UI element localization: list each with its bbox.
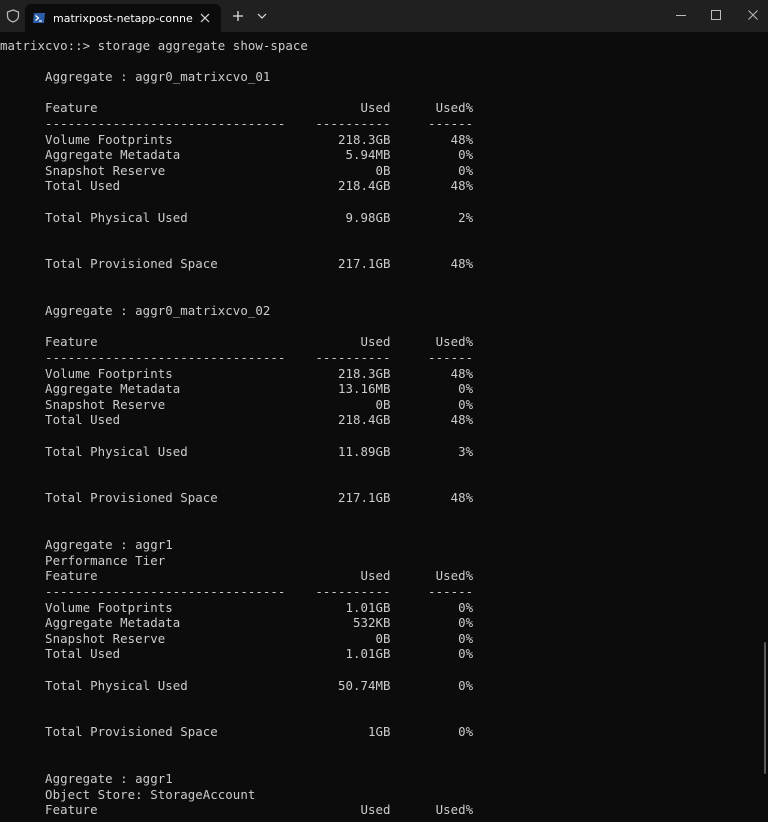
- shield-icon: [6, 9, 20, 23]
- terminal-line: Feature Used Used%: [0, 802, 474, 818]
- terminal-line: Snapshot Reserve 0B 0%: [0, 162, 474, 178]
- terminal-line: Volume Footprints 218.3GB 48%: [0, 365, 474, 381]
- tab-close-icon[interactable]: [197, 10, 213, 26]
- terminal-line: Aggregate : aggr0_matrixcvo_02: [0, 303, 271, 319]
- terminal-line: Feature Used Used%: [0, 100, 474, 116]
- terminal-line: Total Physical Used 50.74MB 0%: [0, 677, 474, 693]
- terminal-line: Aggregate Metadata 13.16MB 0%: [0, 381, 474, 397]
- new-tab-icon[interactable]: [231, 9, 245, 23]
- terminal-line: Aggregate : aggr1: [0, 537, 173, 553]
- terminal-line: Snapshot Reserve 0B 0%: [0, 396, 474, 412]
- scrollbar[interactable]: [764, 642, 766, 774]
- terminal-line: Snapshot Reserve 0B 0%: [0, 630, 474, 646]
- title-bar: matrixpost-netapp-connector: [0, 0, 768, 32]
- terminal-line: -------------------------------- -------…: [0, 350, 474, 365]
- maximize-icon[interactable]: [709, 8, 723, 22]
- terminal-line: Volume Footprints 1.01GB 0%: [0, 599, 474, 615]
- terminal-line: Aggregate : aggr0_matrixcvo_01: [0, 69, 271, 85]
- terminal-line: Performance Tier: [0, 552, 166, 568]
- chevron-down-icon[interactable]: [256, 11, 268, 21]
- close-window-icon[interactable]: [746, 8, 760, 22]
- powershell-icon: [33, 13, 45, 23]
- terminal-line: Total Used 218.4GB 48%: [0, 178, 474, 194]
- terminal-line: Aggregate : aggr1: [0, 771, 173, 787]
- terminal-line: Total Used 1.01GB 0%: [0, 646, 474, 662]
- minimize-icon[interactable]: [674, 8, 688, 22]
- tab-title: matrixpost-netapp-connector: [53, 12, 193, 25]
- terminal-line: Feature Used Used%: [0, 568, 474, 584]
- terminal-line: Total Physical Used 9.98GB 2%: [0, 209, 474, 225]
- terminal-line: matrixcvo::> storage aggregate show-spac…: [0, 38, 308, 53]
- terminal-output[interactable]: matrixcvo::> storage aggregate show-spac…: [0, 32, 768, 822]
- terminal-line: Aggregate Metadata 5.94MB 0%: [0, 147, 474, 163]
- terminal-line: Total Used 218.4GB 48%: [0, 412, 474, 428]
- terminal-line: -------------------------------- -------…: [0, 116, 474, 131]
- terminal-line: Aggregate Metadata 532KB 0%: [0, 615, 474, 631]
- tab-matrixpost-netapp-connector[interactable]: matrixpost-netapp-connector: [25, 4, 221, 32]
- terminal-line: Total Physical Used 11.89GB 3%: [0, 443, 474, 459]
- terminal-line: Total Provisioned Space 217.1GB 48%: [0, 490, 474, 506]
- terminal-line: Feature Used Used%: [0, 334, 474, 350]
- terminal-line: Total Provisioned Space 217.1GB 48%: [0, 256, 474, 272]
- terminal-line: Total Provisioned Space 1GB 0%: [0, 724, 474, 740]
- terminal-line: -------------------------------- -------…: [0, 584, 474, 599]
- terminal-line: Volume Footprints 218.3GB 48%: [0, 131, 474, 147]
- terminal-line: Object Store: StorageAccount: [0, 786, 256, 802]
